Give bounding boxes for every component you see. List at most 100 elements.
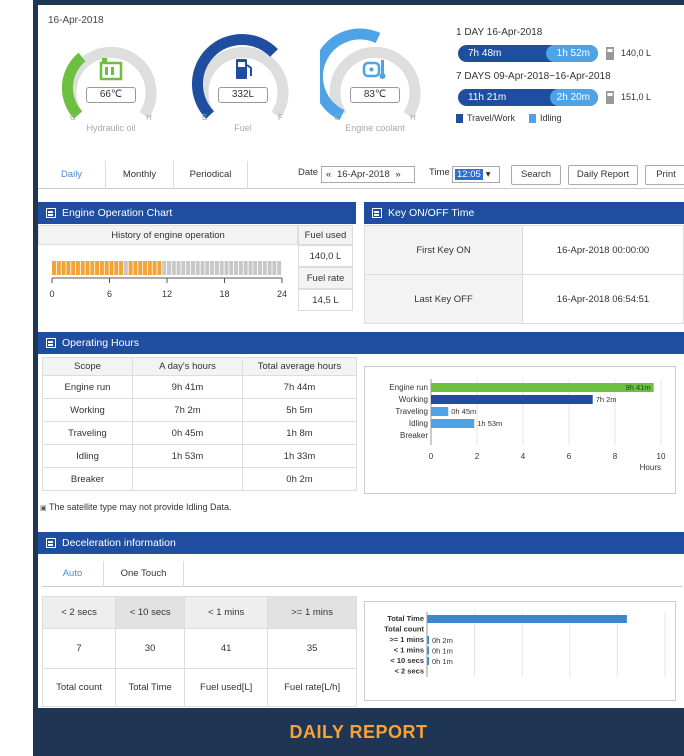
table-cell: 0h 2m xyxy=(242,467,357,491)
table-cell: 41 xyxy=(184,628,269,669)
gauge-min-label: E xyxy=(202,113,208,122)
timeline-segment xyxy=(248,261,253,275)
timeline-segment xyxy=(109,261,114,275)
timeline-segment xyxy=(205,261,210,275)
bar-value-label: 0h 2m xyxy=(432,636,453,645)
timeline-tick-label: 18 xyxy=(219,289,229,299)
legend-swatch-work xyxy=(456,113,463,123)
table-header-row: < 2 secs < 10 secs < 1 mins >= 1 mins xyxy=(41,596,357,629)
bar-value-label: 1h 53m xyxy=(477,419,502,428)
table-cell: 0h 45m xyxy=(132,421,243,445)
next-date-icon[interactable]: » xyxy=(395,169,400,180)
x-tick-label: 4 xyxy=(521,452,526,461)
daily-report-button[interactable]: Daily Report xyxy=(568,165,638,185)
table-cell: 7 xyxy=(41,628,117,669)
column-header: Total average hours xyxy=(242,357,357,376)
timeline-segment xyxy=(90,261,95,275)
section-icon xyxy=(46,538,56,548)
fuel-pump-icon xyxy=(230,57,256,81)
search-button[interactable]: Search xyxy=(511,165,561,185)
bar-value-label: 0h 1m xyxy=(432,657,453,666)
bar xyxy=(427,615,627,623)
legend-idle: Idling xyxy=(540,113,562,123)
gauge-min-label: C xyxy=(70,113,76,122)
tab-monthly[interactable]: Monthly xyxy=(106,161,174,189)
table-cell: 1h 33m xyxy=(242,444,357,468)
timeline-segment xyxy=(152,261,157,275)
week-bar-row: 11h 21m 2h 20m 151,0 L xyxy=(456,85,684,111)
timeline-segment xyxy=(104,261,109,275)
section-icon xyxy=(46,208,56,218)
day-bar-row: 7h 48m 1h 52m 140,0 L xyxy=(456,41,684,67)
table-row: Working 7h 2m 5h 5m xyxy=(42,398,357,422)
fuel-gauge: 332L E F Fuel xyxy=(188,23,298,143)
timeline-segment xyxy=(133,261,138,275)
timeline-segment xyxy=(238,261,243,275)
timeline-segment xyxy=(157,261,162,275)
tab-periodical[interactable]: Periodical xyxy=(174,161,248,189)
deceleration-header: Deceleration information xyxy=(38,532,684,554)
category-label: Total count xyxy=(384,625,424,634)
gauge-max-label: F xyxy=(278,113,283,122)
print-button[interactable]: Print xyxy=(645,165,684,185)
date-value: 16-Apr-2018 xyxy=(336,169,390,180)
engine-coolant-gauge: 83℃ C H Engine coolant xyxy=(320,23,430,143)
table-cell: 9h 41m xyxy=(132,375,243,399)
deceleration-tabs: Auto One Touch xyxy=(42,561,682,587)
tab-one-touch[interactable]: One Touch xyxy=(104,561,184,587)
bar-value-label: 7h 2m xyxy=(596,395,617,404)
timeline-segment xyxy=(123,261,128,275)
report-toolbar: Daily Monthly Periodical Date « 16-Apr-2… xyxy=(38,161,684,189)
deceleration-svg: Total Time Total count>= 1 mins 0h 2m < 1 m… xyxy=(384,612,666,677)
timeline-segment xyxy=(66,261,71,275)
time-select[interactable]: 12:05 ▾ xyxy=(452,166,500,183)
chevron-down-icon[interactable]: ▾ xyxy=(486,169,491,180)
timeline-segment xyxy=(234,261,239,275)
x-tick-label: 8 xyxy=(613,452,618,461)
date-label: Date xyxy=(298,167,319,178)
timeline-segment xyxy=(214,261,219,275)
report-caption-text: DAILY REPORT xyxy=(289,721,428,742)
last-key-label: Last Key OFF xyxy=(364,274,523,324)
prev-date-icon[interactable]: « xyxy=(326,169,331,180)
hydraulic-oil-gauge: 66℃ C H Hydraulic oil xyxy=(56,23,166,143)
hydraulic-oil-icon xyxy=(98,57,124,81)
day-fuel-amount: 140,0 L xyxy=(621,48,652,58)
section-icon xyxy=(372,208,382,218)
fuel-used-label: Fuel used xyxy=(298,225,353,245)
hydraulic-oil-value: 66℃ xyxy=(86,87,136,103)
fuel-summary: 1 DAY 16-Apr-2018 7h 48m 1h 52m 140,0 L … xyxy=(456,27,684,123)
table-cell: Breaker xyxy=(42,467,133,491)
time-value: 12:05 xyxy=(455,169,483,180)
date-picker[interactable]: « 16-Apr-2018 » xyxy=(321,166,415,183)
idle-time: 2h 20m xyxy=(556,92,590,103)
table-cell: Idling xyxy=(42,444,133,468)
timeline-segment xyxy=(200,261,205,275)
gauge-max-label: H xyxy=(410,113,416,122)
category-label: Total Time xyxy=(387,614,424,623)
bar xyxy=(431,383,654,392)
table-row: 7 30 41 35 xyxy=(41,628,357,669)
table-cell: 35 xyxy=(267,628,357,669)
timeline-segment xyxy=(176,261,181,275)
fuel-rate-value: 14,5 L xyxy=(298,289,353,311)
gauge-min-label: C xyxy=(334,113,340,122)
table-header-row: Scope A day's hours Total average hours xyxy=(42,357,357,376)
timeline-segment xyxy=(243,261,248,275)
fuel-value: 332L xyxy=(218,87,268,103)
key-time-title: Key ON/OFF Time xyxy=(388,207,475,219)
operating-hours-table: Scope A day's hours Total average hours … xyxy=(42,357,357,491)
timeline-segment xyxy=(119,261,124,275)
operating-hours-header: Operating Hours xyxy=(38,332,684,354)
timeline-segment xyxy=(75,261,80,275)
timeline-tick-label: 0 xyxy=(49,289,54,299)
tab-daily[interactable]: Daily xyxy=(38,161,106,189)
table-cell: Fuel used[L] xyxy=(184,668,269,707)
tab-auto[interactable]: Auto xyxy=(42,561,104,587)
x-tick-label: 2 xyxy=(475,452,480,461)
timeline-segment xyxy=(262,261,267,275)
timeline-segment xyxy=(61,261,66,275)
timeline-segment xyxy=(52,261,56,275)
table-cell: Engine run xyxy=(42,375,133,399)
usage-legend: Travel/Work Idling xyxy=(456,113,684,123)
